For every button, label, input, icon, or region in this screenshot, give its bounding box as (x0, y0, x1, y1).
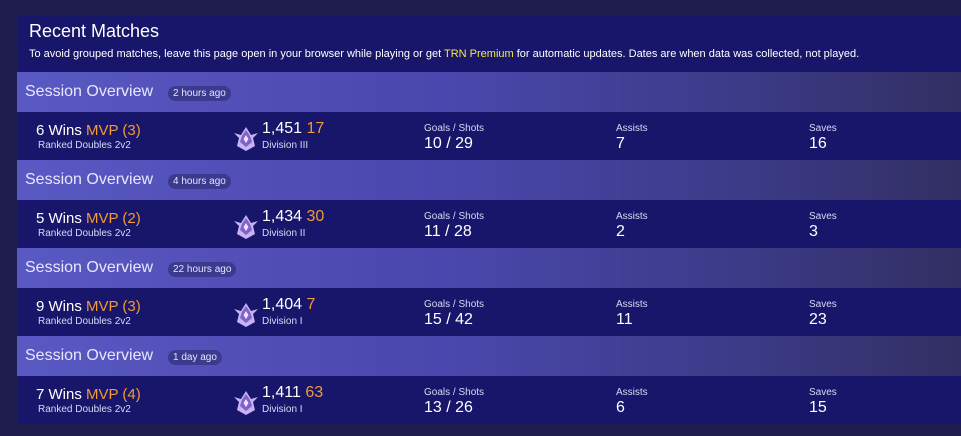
goals-shots-value: 13 / 26 (424, 399, 473, 416)
playlist-name: Ranked Doubles 2v2 (38, 228, 131, 239)
wins-count: 6 Wins (36, 122, 82, 139)
session-header-label: Session Overview (25, 347, 154, 364)
division-label: Division III (262, 140, 309, 151)
goals-shots-label: Goals / Shots (424, 211, 485, 222)
division-label: Division I (262, 316, 303, 327)
champion-rank-icon (234, 215, 258, 239)
playlist-name: Ranked Doubles 2v2 (38, 316, 131, 327)
saves-label: Saves (809, 123, 837, 134)
mmr-value: 1,451 (262, 120, 303, 137)
session-time-badge: 2 hours ago (168, 86, 231, 101)
update-notice: To avoid grouped matches, leave this pag… (29, 48, 859, 60)
mmr-rating: 1,434 30 (262, 208, 324, 226)
mmr-rating: 1,411 63 (262, 384, 323, 402)
session-header[interactable]: Session Overview 22 hours ago (17, 248, 961, 288)
session-row[interactable]: 9 Wins MVP (3) Ranked Doubles 2v2 1,404 … (17, 288, 961, 336)
notice-text-after: for automatic updates. Dates are when da… (513, 48, 860, 60)
champion-rank-icon (234, 127, 258, 151)
assists-label: Assists (616, 211, 648, 222)
division-label: Division I (262, 404, 303, 415)
mmr-value: 1,404 (262, 296, 303, 313)
saves-label: Saves (809, 299, 837, 310)
saves-value: 16 (809, 135, 827, 152)
goals-shots-value: 10 / 29 (424, 135, 473, 152)
session-time-badge: 4 hours ago (168, 174, 231, 189)
saves-label: Saves (809, 387, 837, 398)
mmr-delta: 7 (306, 296, 316, 313)
saves-value: 3 (809, 223, 818, 240)
session-header[interactable]: Session Overview 1 day ago (17, 336, 961, 376)
goals-shots-label: Goals / Shots (424, 387, 485, 398)
mvp-count: MVP (3) (86, 122, 141, 139)
wins-count: 7 Wins (36, 386, 82, 403)
wins-summary: 6 Wins MVP (3) (36, 122, 141, 139)
assists-label: Assists (616, 123, 648, 134)
assists-value: 7 (616, 135, 625, 152)
assists-label: Assists (616, 387, 648, 398)
saves-label: Saves (809, 211, 837, 222)
division-label: Division II (262, 228, 306, 239)
session-header[interactable]: Session Overview 4 hours ago (17, 160, 961, 200)
wins-count: 5 Wins (36, 210, 82, 227)
mmr-value: 1,434 (262, 208, 303, 225)
playlist-name: Ranked Doubles 2v2 (38, 140, 131, 151)
assists-value: 11 (616, 311, 633, 328)
assists-value: 2 (616, 223, 625, 240)
session-row[interactable]: 5 Wins MVP (2) Ranked Doubles 2v2 1,434 … (17, 200, 961, 248)
session-time-badge: 1 day ago (168, 350, 222, 365)
mvp-count: MVP (2) (86, 210, 141, 227)
session-header-label: Session Overview (25, 83, 154, 100)
trn-premium-link[interactable]: TRN Premium (444, 48, 514, 60)
playlist-name: Ranked Doubles 2v2 (38, 404, 131, 415)
mmr-rating: 1,404 7 (262, 296, 315, 314)
mmr-delta: 63 (305, 384, 324, 401)
session-row[interactable]: 7 Wins MVP (4) Ranked Doubles 2v2 1,411 … (17, 376, 961, 424)
mvp-count: MVP (3) (86, 298, 141, 315)
wins-count: 9 Wins (36, 298, 82, 315)
champion-rank-icon (234, 391, 258, 415)
mmr-delta: 17 (306, 120, 325, 137)
goals-shots-value: 15 / 42 (424, 311, 473, 328)
mmr-rating: 1,451 17 (262, 120, 324, 138)
champion-rank-icon (234, 303, 258, 327)
wins-summary: 7 Wins MVP (4) (36, 386, 141, 403)
goals-shots-label: Goals / Shots (424, 299, 485, 310)
page-title: Recent Matches (29, 21, 160, 41)
wins-summary: 9 Wins MVP (3) (36, 298, 141, 315)
goals-shots-label: Goals / Shots (424, 123, 485, 134)
session-header-label: Session Overview (25, 171, 154, 188)
mmr-value: 1,411 (262, 384, 301, 401)
mvp-count: MVP (4) (86, 386, 141, 403)
assists-value: 6 (616, 399, 625, 416)
assists-label: Assists (616, 299, 648, 310)
session-time-badge: 22 hours ago (168, 262, 237, 277)
mmr-delta: 30 (306, 208, 325, 225)
wins-summary: 5 Wins MVP (2) (36, 210, 141, 227)
session-header[interactable]: Session Overview 2 hours ago (17, 72, 961, 112)
session-row[interactable]: 6 Wins MVP (3) Ranked Doubles 2v2 1,451 … (17, 112, 961, 160)
session-header-label: Session Overview (25, 259, 154, 276)
goals-shots-value: 11 / 28 (424, 223, 472, 240)
recent-matches-panel: Recent Matches To avoid grouped matches,… (17, 16, 961, 424)
saves-value: 15 (809, 399, 827, 416)
notice-text-before: To avoid grouped matches, leave this pag… (29, 48, 444, 60)
saves-value: 23 (809, 311, 827, 328)
